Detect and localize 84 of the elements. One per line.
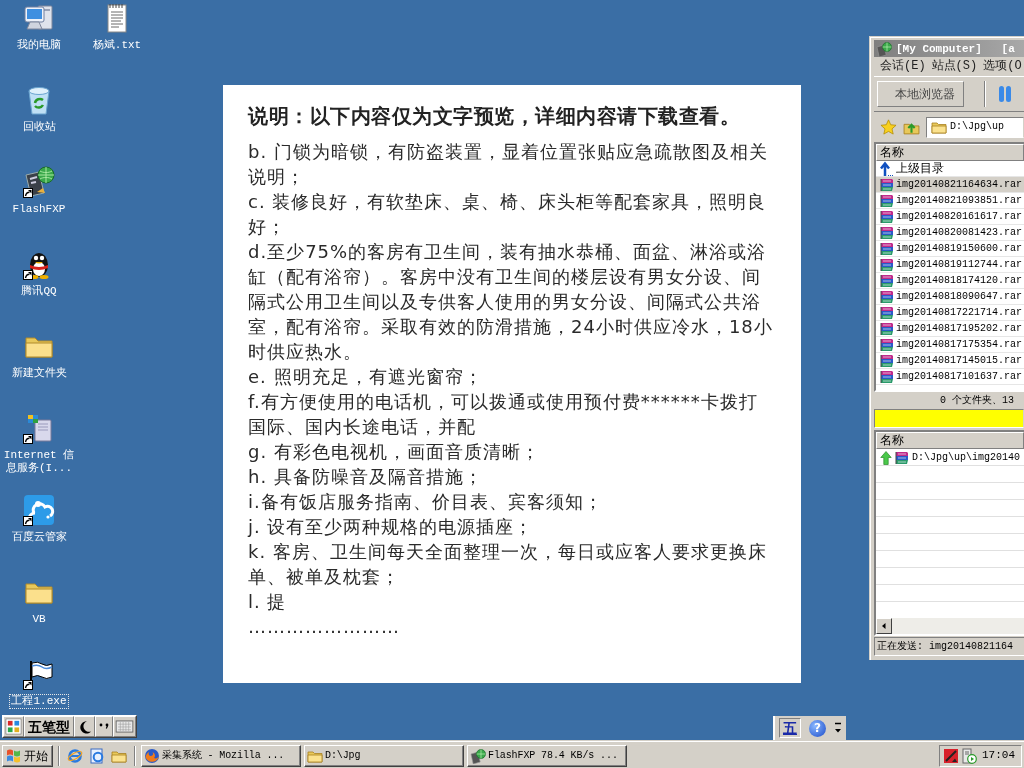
icon-label[interactable]: 百度云管家: [9, 530, 69, 545]
paragraph: i.备有饭店服务指南、价目表、宾客须知；: [248, 490, 604, 514]
book-stack-icon: [879, 304, 895, 321]
start-button[interactable]: 开始: [2, 744, 53, 767]
punctuation-icon[interactable]: [98, 721, 110, 732]
book-stack-icon: [879, 240, 895, 257]
icon-label[interactable]: 我的电脑: [15, 38, 63, 53]
book-stack-icon: [879, 352, 895, 369]
book-stack-icon: [879, 320, 895, 337]
paragraph: g. 有彩色电视机，画面音质清晰；: [248, 440, 541, 464]
file-row[interactable]: img20140819150600.rar: [876, 241, 1024, 257]
clock: 17:04: [982, 749, 1015, 762]
file-row[interactable]: img20140817175354.rar: [876, 337, 1024, 353]
path-field[interactable]: D:\Jpg\up: [926, 116, 1024, 138]
four-pane-flag-icon: [6, 747, 22, 764]
file-row[interactable]: img20140817101637.rar: [876, 369, 1024, 385]
fox-globe-icon: [144, 747, 160, 764]
queue-row[interactable]: D:\Jpg\up\img20140: [876, 449, 1024, 466]
status-text: 0 个文件夹、13: [939, 393, 1015, 408]
file-row[interactable]: img20140818174120.rar: [876, 273, 1024, 289]
file-row[interactable]: img20140820081423.rar: [876, 225, 1024, 241]
file-row[interactable]: img20140817221714.rar: [876, 305, 1024, 321]
globe-sheet-icon: [876, 40, 892, 57]
globe-sheet-icon: [470, 747, 486, 764]
book-stack-icon: [879, 256, 895, 273]
horizontal-scrollbar[interactable]: [876, 618, 1024, 634]
arrow-left-icon: [880, 622, 888, 630]
scroll-left-button[interactable]: [876, 618, 892, 634]
up-arrow-icon: [880, 450, 892, 465]
paragraph: h. 具备防噪音及隔音措施；: [248, 465, 484, 489]
book-stack-icon: [879, 176, 895, 193]
folder-icon: [931, 119, 947, 135]
globe-icon[interactable]: [67, 747, 83, 764]
book-stack-icon: [879, 208, 895, 225]
book-stack-icon: [879, 272, 895, 289]
continuation-dots: ……………………: [248, 615, 401, 639]
server-play-icon[interactable]: [961, 747, 977, 764]
column-header[interactable]: 名称: [876, 432, 1024, 449]
paragraph: l. 提: [248, 590, 288, 614]
menu-item[interactable]: 选项(O: [983, 59, 1022, 74]
icon-label[interactable]: 杨斌.txt: [90, 38, 144, 53]
star-icon[interactable]: [880, 118, 897, 136]
paragraph: j. 设有至少两种规格的电源插座；: [248, 515, 535, 539]
window-title: [My Computer] [a: [896, 41, 1015, 56]
file-row[interactable]: img20140817145015.rar: [876, 353, 1024, 369]
file-row[interactable]: img20140821093851.rar: [876, 193, 1024, 209]
four-square-icon[interactable]: [5, 718, 22, 735]
book-stack-icon: [879, 192, 895, 209]
file-row[interactable]: img20140818090647.rar: [876, 289, 1024, 305]
book-stack-icon: [879, 336, 895, 353]
cloud-icon[interactable]: [23, 494, 55, 526]
book-stack-icon: [879, 368, 895, 385]
slashed-tile-icon[interactable]: [943, 747, 959, 764]
paragraph: e. 照明充足，有遮光窗帘；: [248, 365, 484, 389]
menu-item[interactable]: 站点(S): [931, 59, 978, 74]
file-row[interactable]: img20140821164634.rar: [876, 177, 1024, 193]
taskbar-button[interactable]: D:\Jpg: [304, 744, 464, 767]
up-arrow-icon: [879, 160, 895, 177]
ime-mode-button[interactable]: 五笔型: [24, 716, 74, 737]
caret-icon[interactable]: [834, 721, 842, 735]
ime-button[interactable]: 五: [779, 718, 801, 738]
icon-label[interactable]: 回收站: [20, 120, 58, 135]
status-bar: 正在发送: img20140821164: [874, 637, 1024, 656]
icon-label[interactable]: FlashFXP: [10, 202, 68, 217]
moon-icon[interactable]: [77, 719, 92, 734]
icon-label[interactable]: 腾讯QQ: [19, 284, 59, 299]
file-row[interactable]: img20140819112744.rar: [876, 257, 1024, 273]
book-stack-icon: [879, 288, 895, 305]
icon-label[interactable]: 工程1.exe: [9, 694, 69, 709]
menu-item[interactable]: 会话(E): [880, 59, 926, 74]
paragraph: d.至少75%的客房有卫生间，装有抽水恭桶、面盆、淋浴或浴缸（配有浴帘）。客房中没有卫生间的楼层设有男女分设、间隔式公用卫生间以及专供客人使用的男女分设、间隔式公共浴室，配有浴帘。采取有效的防滑措施，24小时供应冷水，18小时供应热水。: [248, 240, 774, 364]
icon-label[interactable]: Internet 信息服务(I...: [0, 448, 78, 476]
icon-label[interactable]: VB: [30, 612, 48, 627]
taskbar-button[interactable]: FlashFXP 78.4 KB/s ...: [467, 744, 627, 767]
toolbar-button[interactable]: 本地浏览器: [877, 81, 964, 107]
file-row[interactable]: img20140820161617.rar: [876, 209, 1024, 225]
file-row[interactable]: img20140817195202.rar: [876, 321, 1024, 337]
notice-heading: 说明：以下内容仅为文字预览，详细内容请下载查看。: [248, 103, 741, 130]
book-stack-icon: [894, 449, 910, 466]
column-header[interactable]: 名称: [876, 144, 1024, 161]
taskbar-button[interactable]: 采集系统 - Mozilla ...: [141, 744, 301, 767]
icon-label[interactable]: 新建文件夹: [9, 366, 69, 381]
page-icon[interactable]: [89, 747, 105, 764]
book-stack-icon: [879, 224, 895, 241]
